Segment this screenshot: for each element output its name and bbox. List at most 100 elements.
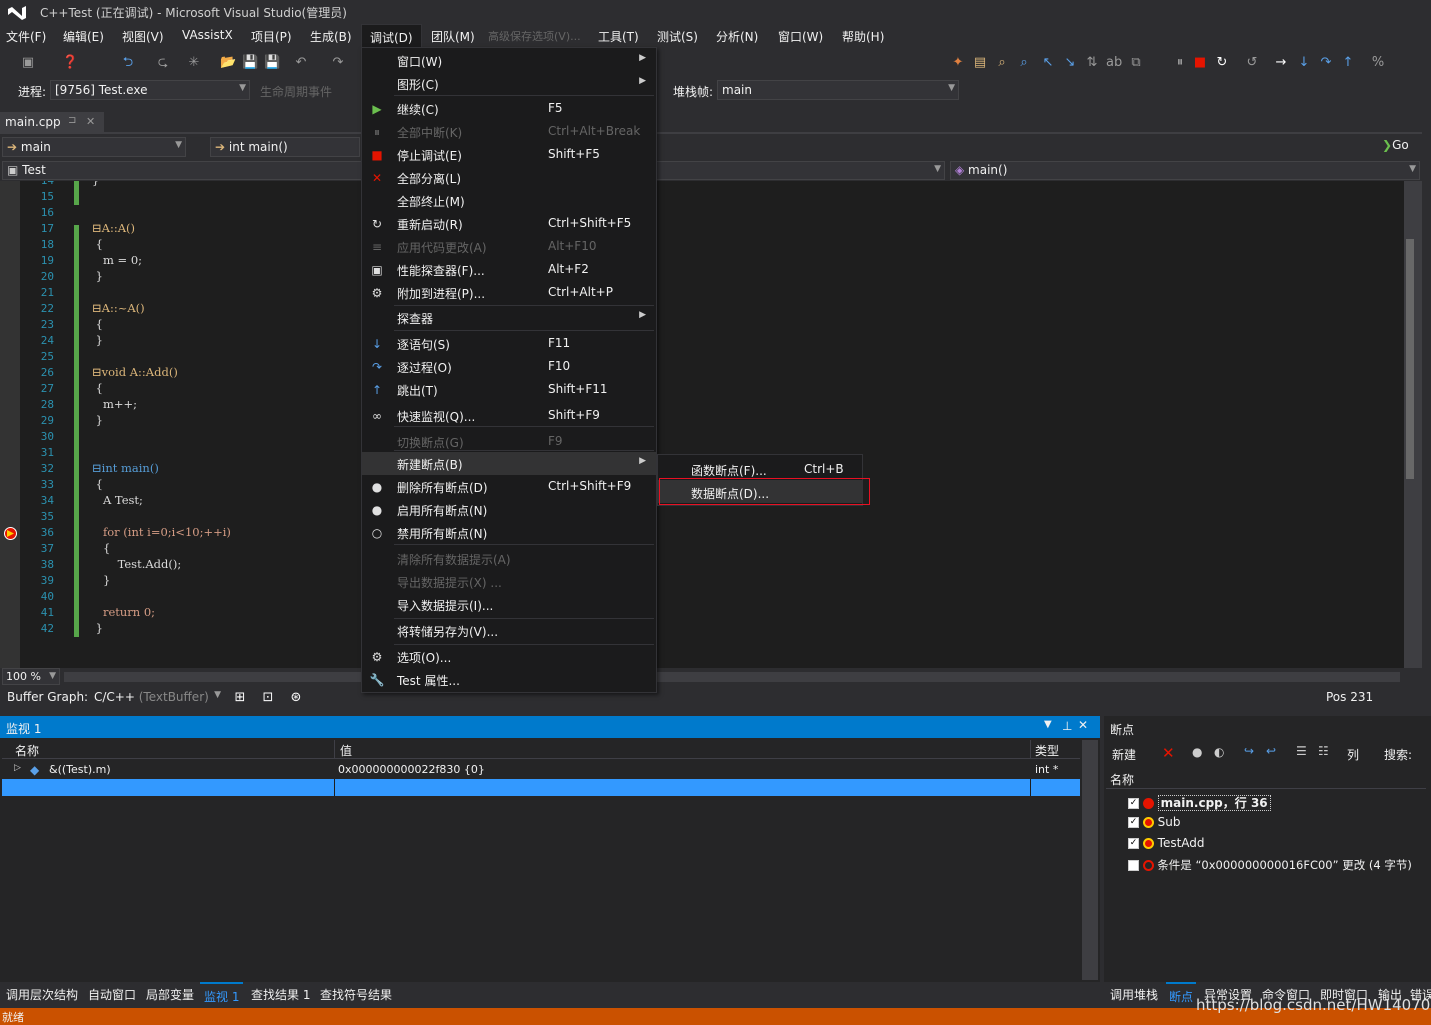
menu-item-function-breakpoint[interactable]: 函数断点(F)... Ctrl+B [658, 457, 862, 480]
code-line[interactable]: m++; [92, 397, 137, 411]
code-line[interactable]: A Test; [92, 493, 143, 507]
menu-project[interactable]: 项目(P) [251, 28, 292, 45]
editor-hscrollbar[interactable] [64, 672, 1400, 682]
list-item[interactable]: 条件是 “0x000000000016FC00” 更改 (4 字节) [1128, 857, 1428, 877]
menu-item[interactable]: 新建断点(B) ▶ [362, 452, 656, 475]
function-combo[interactable]: ◈ main() ▼ [950, 161, 1420, 180]
stackframe-combo[interactable]: main ▼ [717, 80, 959, 100]
menu-item[interactable]: ▣ 性能探查器(F)... Alt+F2 [362, 258, 656, 281]
menu-item[interactable]: ✕ 全部分离(L) [362, 166, 656, 189]
delete-icon[interactable]: ✕ [1162, 744, 1175, 762]
menu-item[interactable]: ↷ 逐过程(O) F10 [362, 355, 656, 378]
back-icon[interactable]: ⮌ [120, 55, 136, 71]
menu-item[interactable]: ● 删除所有断点(D) Ctrl+Shift+F9 [362, 475, 656, 498]
col-name[interactable]: 名称 [1110, 771, 1134, 788]
checkbox[interactable]: ✓ [1128, 838, 1139, 849]
code-line[interactable]: { [92, 237, 103, 251]
step-over-icon[interactable]: ↷ [1318, 55, 1334, 71]
pause-icon[interactable]: ⏸ [1172, 55, 1188, 71]
menu-item[interactable]: ■ 停止调试(E) Shift+F5 [362, 143, 656, 166]
code-line[interactable]: for (int i=0;i<10;++i) [92, 525, 231, 539]
code-line[interactable]: ⊟A::A() [92, 221, 135, 235]
window-icon[interactable]: ⧉ [1128, 55, 1144, 71]
tab-locals[interactable]: 局部变量 [146, 986, 194, 1003]
export-icon[interactable]: ↪ [1244, 744, 1254, 758]
find-icon[interactable]: ⌕ [994, 55, 1010, 71]
menu-item[interactable]: 探查器 ▶ [362, 306, 656, 329]
code-line[interactable]: { [92, 381, 103, 395]
menu-window[interactable]: 窗口(W) [778, 28, 823, 45]
code-line[interactable]: } [92, 573, 110, 587]
checkbox[interactable]: ✓ [1128, 798, 1139, 809]
menu-analyze[interactable]: 分析(N) [716, 28, 758, 45]
menu-edit[interactable]: 编辑(E) [63, 28, 104, 45]
menu-item[interactable]: ∞ 快速监视(Q)... Shift+F9 [362, 404, 656, 427]
tab-find-symbol[interactable]: 查找符号结果 [320, 986, 392, 1003]
bookmark-icon[interactable]: ⇅ [1084, 55, 1100, 71]
pin-icon[interactable]: ⊐ [68, 115, 76, 126]
code-line[interactable]: } [92, 181, 99, 187]
restart-icon[interactable]: ↻ [1214, 55, 1230, 71]
menu-item[interactable]: 窗口(W) ▶ [362, 49, 656, 72]
code-line[interactable]: { [92, 541, 110, 555]
menu-item[interactable]: ○ 禁用所有断点(N) [362, 521, 656, 544]
debug-tool2-icon[interactable]: ▤ [972, 55, 988, 71]
close-icon[interactable]: ✕ [1078, 718, 1088, 732]
new-breakpoint-button[interactable]: 新建 [1112, 746, 1136, 763]
col-name[interactable]: 名称 [15, 742, 39, 759]
code-editor[interactable]: 14}151617⊟A::A()18 {19 m = 0;20 }2122⊟A:… [0, 181, 1404, 668]
tab-call-stack[interactable]: 调用堆栈 [1110, 986, 1158, 1003]
show-next-icon[interactable]: → [1273, 55, 1289, 71]
menu-debug[interactable]: 调试(D) [361, 24, 422, 48]
menu-item[interactable]: ▶ 继续(C) F5 [362, 97, 656, 120]
code-line[interactable]: m = 0; [92, 253, 142, 267]
menu-file[interactable]: 文件(F) [6, 28, 46, 45]
toggle-all-icon[interactable]: ◐ [1214, 745, 1224, 759]
open-icon[interactable]: 📂 [220, 55, 236, 71]
process-combo[interactable]: [9756] Test.exe ▼ [50, 80, 250, 100]
menu-item[interactable]: 全部终止(M) [362, 189, 656, 212]
menu-build[interactable]: 生成(B) [310, 28, 352, 45]
tab-watch1[interactable]: 监视 1 [200, 982, 244, 1009]
code-line[interactable]: Test.Add(); [92, 557, 182, 571]
tab-autos[interactable]: 自动窗口 [88, 986, 136, 1003]
code-line[interactable]: { [92, 317, 103, 331]
menu-item[interactable]: ⚙ 选项(O)... [362, 645, 656, 668]
menu-item[interactable]: 导入数据提示(I)... [362, 593, 656, 616]
new-project-icon[interactable]: ✳ [186, 55, 202, 71]
code-line[interactable]: return 0; [92, 605, 155, 619]
menu-advanced-save[interactable]: 高级保存选项(V)... [488, 28, 581, 44]
pin-icon[interactable]: ⊥ [1062, 719, 1072, 733]
menu-item[interactable]: ⚙ 附加到进程(P)... Ctrl+Alt+P [362, 281, 656, 304]
delete-all-icon[interactable]: ● [1192, 745, 1202, 759]
graph2-icon[interactable]: ⊡ [260, 690, 276, 706]
tab-call-hierarchy[interactable]: 调用层次结构 [6, 986, 78, 1003]
table-row-new[interactable] [2, 779, 1080, 796]
buffer-combo[interactable]: C/C++ (TextBuffer) ▼ [90, 688, 224, 708]
save-all-icon[interactable]: 💾 [264, 55, 280, 71]
scope-combo[interactable]: ➔ main ▼ [2, 137, 186, 157]
code-line[interactable]: ⊟int main() [92, 461, 159, 475]
list-item[interactable]: ✓ main.cpp，行 36 [1128, 794, 1428, 814]
menu-test[interactable]: 测试(S) [657, 28, 698, 45]
menu-view[interactable]: 视图(V) [122, 28, 164, 45]
menu-item[interactable]: 🔧 Test 属性... [362, 668, 656, 691]
menu-item[interactable]: ● 启用所有断点(N) [362, 498, 656, 521]
close-icon[interactable]: ✕ [86, 115, 95, 128]
code-line[interactable]: } [92, 333, 103, 347]
checkbox[interactable] [1128, 860, 1139, 871]
tab-breakpoints[interactable]: 断点 [1166, 982, 1197, 1009]
zoom-combo[interactable]: 100 % ▼ [2, 668, 60, 685]
nav-back-icon[interactable]: ↖ [1040, 55, 1056, 71]
debug-tool-icon[interactable]: ✦ [950, 55, 966, 71]
menu-item[interactable]: 图形(C) ▶ [362, 72, 656, 95]
nav-fwd-icon[interactable]: ↘ [1062, 55, 1078, 71]
go-button[interactable]: ❯Go [1378, 136, 1418, 156]
menu-team[interactable]: 团队(M) [431, 28, 475, 45]
find2-icon[interactable]: ⌕ [1016, 55, 1032, 71]
code-line[interactable]: { [92, 477, 103, 491]
menu-vassistx[interactable]: VAssistX [182, 28, 233, 42]
code-line[interactable]: ⊟void A::Add() [92, 365, 178, 379]
table-row[interactable]: ▷ ◆ &((Test).m) 0x000000000022f830 {0} i… [2, 761, 1080, 779]
code-line[interactable]: } [92, 621, 103, 635]
